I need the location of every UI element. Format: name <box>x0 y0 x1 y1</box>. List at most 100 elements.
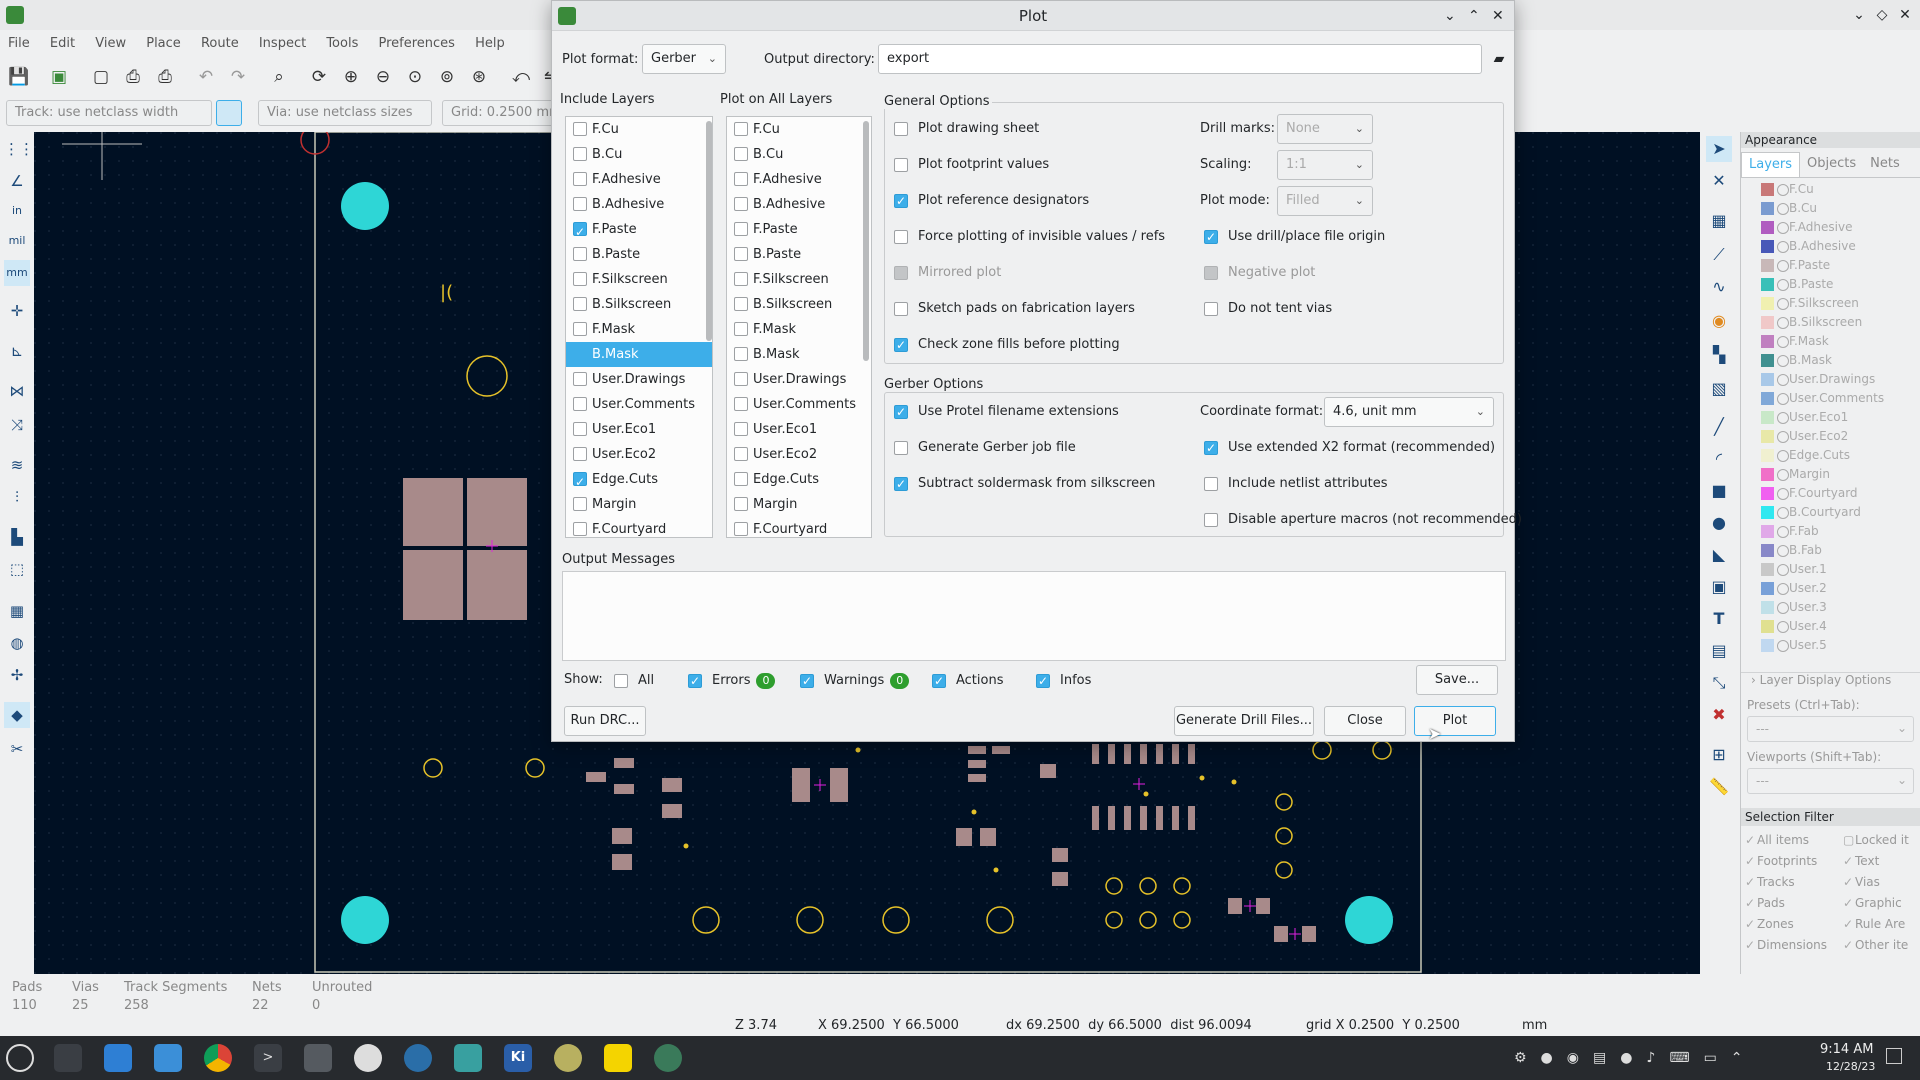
plot-drawing-sheet-option[interactable]: Plot drawing sheet <box>894 120 1039 138</box>
layer-color-swatch[interactable] <box>1761 620 1774 633</box>
filter-all-option[interactable]: All <box>614 672 654 690</box>
filter-footprints[interactable]: Footprints <box>1757 851 1827 872</box>
maximize-icon[interactable]: ◇ <box>1873 6 1891 24</box>
presets-select[interactable]: --- ⌄ <box>1747 716 1914 742</box>
filter-warnings-option[interactable]: Warnings 0 <box>800 672 910 690</box>
layer-color-swatch[interactable] <box>1761 316 1774 329</box>
add-via-icon[interactable]: ◉ <box>1706 308 1732 334</box>
filter-infos-checkbox[interactable] <box>1036 672 1050 690</box>
visibility-icon[interactable] <box>1777 640 1789 652</box>
layer-checkbox[interactable] <box>573 122 587 136</box>
layer-color-swatch[interactable] <box>1761 430 1774 443</box>
layer-color-swatch[interactable] <box>1761 544 1774 557</box>
globe-icon[interactable] <box>654 1044 682 1072</box>
draw-line-icon[interactable]: ╱ <box>1706 414 1732 440</box>
visibility-icon[interactable] <box>1777 279 1789 291</box>
filter-all-checkbox[interactable] <box>614 674 628 688</box>
visibility-icon[interactable] <box>1777 336 1789 348</box>
all-layer-item[interactable]: F.Silkscreen <box>727 267 871 292</box>
filter-actions-option[interactable]: Actions <box>932 672 1004 690</box>
layer-row[interactable]: F.Adhesive <box>1741 218 1920 237</box>
layer-color-swatch[interactable] <box>1761 335 1774 348</box>
visibility-icon[interactable] <box>1777 564 1789 576</box>
layer-row[interactable]: User.Eco1 <box>1741 408 1920 427</box>
subtract-soldermask-checkbox[interactable] <box>894 475 908 493</box>
kicad-icon[interactable]: Ki <box>504 1044 532 1072</box>
layer-row[interactable]: User.Eco2 <box>1741 427 1920 446</box>
include-layer-item[interactable]: B.Adhesive <box>566 192 712 217</box>
task-manager-icon[interactable] <box>54 1044 82 1072</box>
grid-toggle-icon[interactable]: ⋮⋮ <box>4 136 34 162</box>
layer-checkbox[interactable] <box>734 122 748 136</box>
all-layer-item[interactable]: F.Adhesive <box>727 167 871 192</box>
layer-row[interactable]: B.Adhesive <box>1741 237 1920 256</box>
plot-footprint-values-option[interactable]: Plot footprint values <box>894 156 1049 174</box>
layer-checkbox[interactable] <box>734 197 748 211</box>
visibility-icon[interactable] <box>1777 431 1789 443</box>
menu-route[interactable]: Route <box>193 33 247 54</box>
all-layer-item[interactable]: F.Paste <box>727 217 871 242</box>
layer-checkbox[interactable] <box>573 422 587 436</box>
minimize-icon[interactable]: ⌄ <box>1850 6 1868 24</box>
visibility-icon[interactable] <box>1777 526 1789 538</box>
layer-checkbox[interactable] <box>734 422 748 436</box>
add-dimension-icon[interactable]: ⤡ <box>1706 670 1732 696</box>
save-icon[interactable]: 💾 <box>6 64 32 90</box>
filter-dimensions[interactable]: Dimensions <box>1757 935 1827 956</box>
all-layer-item[interactable]: F.Mask <box>727 317 871 342</box>
layer-checkbox[interactable] <box>734 272 748 286</box>
close-icon[interactable]: ✕ <box>1896 6 1914 24</box>
save-button[interactable]: Save... <box>1416 665 1498 695</box>
check-zone-fills-checkbox[interactable] <box>894 336 908 354</box>
layer-checkbox[interactable] <box>734 522 748 536</box>
axes-icon[interactable]: ⊾ <box>4 338 30 364</box>
draw-circle-icon[interactable]: ● <box>1706 510 1732 536</box>
visibility-icon[interactable] <box>1777 583 1789 595</box>
layer-row[interactable]: B.Silkscreen <box>1741 313 1920 332</box>
layer-color-swatch[interactable] <box>1761 278 1774 291</box>
layer-row[interactable]: User.2 <box>1741 579 1920 598</box>
minimize-icon[interactable]: ⌄ <box>1444 1 1456 31</box>
refresh-icon[interactable]: ⟳ <box>306 64 332 90</box>
filter-tracks[interactable]: Tracks <box>1757 872 1827 893</box>
layer-checkbox[interactable] <box>734 247 748 261</box>
layer-checkbox[interactable] <box>573 247 587 261</box>
layer-color-swatch[interactable] <box>1761 202 1774 215</box>
footprint-icon[interactable]: ▦ <box>1706 208 1732 234</box>
plot-footprint-values-checkbox[interactable] <box>894 158 908 172</box>
filter-locked[interactable]: Locked it <box>1855 830 1909 851</box>
netlist-attributes-checkbox[interactable] <box>1204 477 1218 491</box>
layer-color-swatch[interactable] <box>1761 354 1774 367</box>
plot-drawing-sheet-checkbox[interactable] <box>894 122 908 136</box>
add-textbox-icon[interactable]: ▤ <box>1706 638 1732 664</box>
all-layer-item[interactable]: B.Cu <box>727 142 871 167</box>
filter-pads[interactable]: Pads <box>1757 893 1827 914</box>
clock-date[interactable]: 12/28/23 <box>1826 1060 1875 1073</box>
force-invisible-checkbox[interactable] <box>894 230 908 244</box>
via-size-select[interactable]: Via: use netclass sizes <box>258 100 432 126</box>
layer-row[interactable]: Margin <box>1741 465 1920 484</box>
find-icon[interactable]: ⌕ <box>266 64 292 90</box>
zones-outline-icon[interactable]: ⬚ <box>4 556 30 582</box>
all-layer-item[interactable]: Margin <box>727 492 871 517</box>
filter-errors-checkbox[interactable] <box>688 672 702 690</box>
sketch-pads-option[interactable]: Sketch pads on fabrication layers <box>894 300 1135 318</box>
include-layers-scrollbar[interactable] <box>706 121 712 341</box>
layer-row[interactable]: B.Paste <box>1741 275 1920 294</box>
zoom-in-icon[interactable]: ⊕ <box>338 64 364 90</box>
monitor-icon[interactable] <box>454 1044 482 1072</box>
pad-icon[interactable]: ◍ <box>4 630 30 656</box>
layer-checkbox[interactable] <box>573 172 587 186</box>
use-drill-origin-checkbox[interactable] <box>1204 228 1218 246</box>
board-setup-icon[interactable]: ▣ <box>46 64 72 90</box>
polar-icon[interactable]: ∠ <box>4 168 30 194</box>
include-layer-item[interactable]: Margin <box>566 492 712 517</box>
layer-checkbox[interactable] <box>573 372 587 386</box>
disable-aperture-macros-checkbox[interactable] <box>1204 513 1218 527</box>
visibility-icon[interactable] <box>1777 241 1789 253</box>
rule-area-icon[interactable]: ▧ <box>1706 376 1732 402</box>
layer-color-swatch[interactable] <box>1761 259 1774 272</box>
zoom-fit-icon[interactable]: ⊙ <box>402 64 428 90</box>
add-zone-icon[interactable]: ▚ <box>1706 342 1732 368</box>
menu-help[interactable]: Help <box>467 33 513 54</box>
